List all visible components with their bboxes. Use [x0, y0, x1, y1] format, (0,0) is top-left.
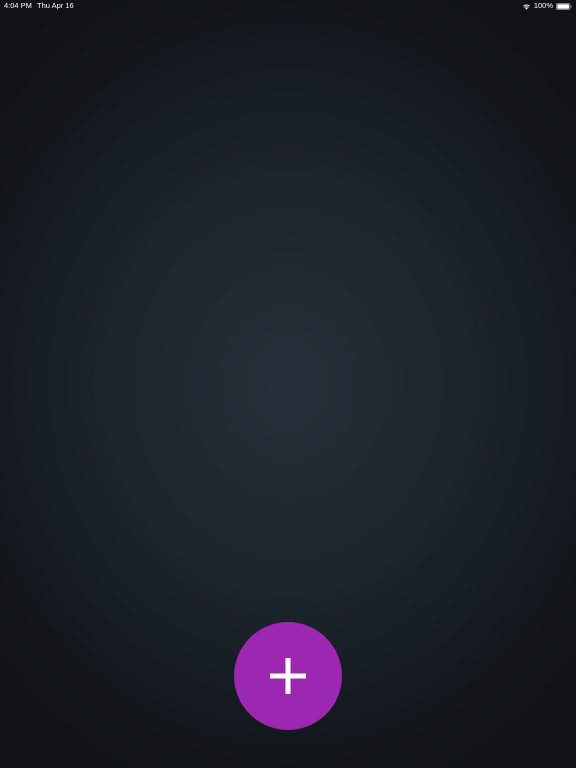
add-button[interactable] — [234, 622, 342, 730]
status-time: 4:04 PM — [4, 1, 32, 10]
status-bar: 4:04 PM Thu Apr 16 100% — [0, 0, 576, 12]
status-indicators: 100% — [522, 0, 572, 12]
status-date: Thu Apr 16 — [37, 1, 74, 10]
plus-icon — [270, 658, 306, 694]
battery-icon — [556, 2, 572, 10]
battery-percent: 100% — [533, 1, 553, 10]
wifi-icon — [522, 3, 531, 10]
